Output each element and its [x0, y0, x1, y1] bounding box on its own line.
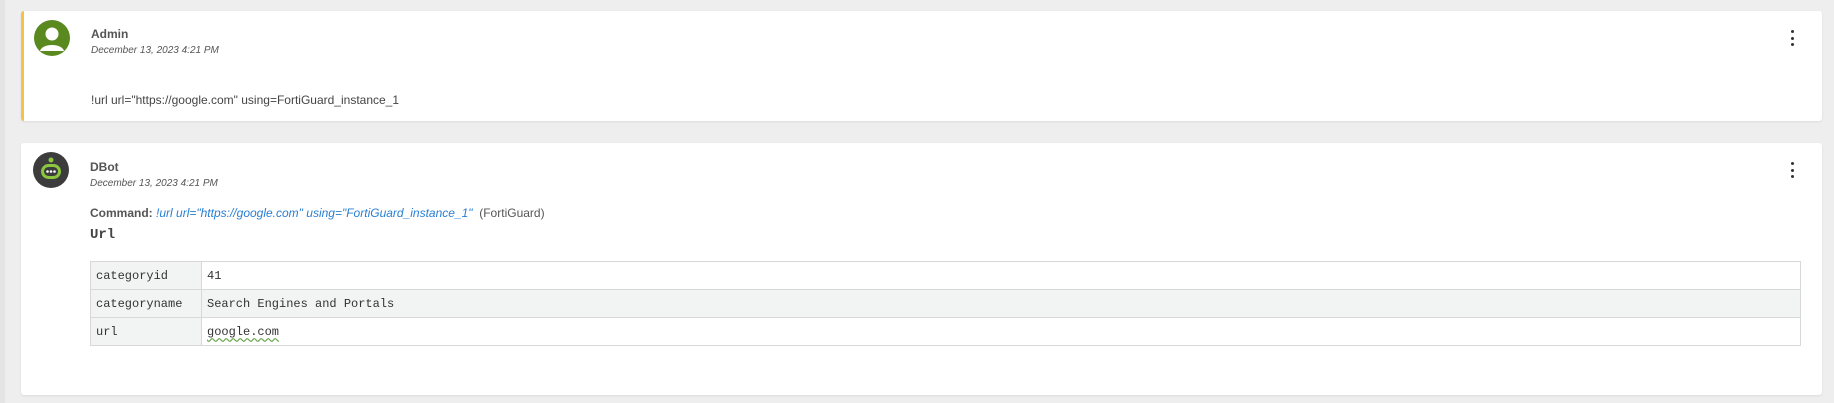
entry-message: !url url="https://google.com" using=Fort… — [91, 93, 400, 107]
dbot-avatar-icon — [33, 152, 69, 188]
user-avatar-icon — [34, 20, 70, 56]
table-key-cell: url — [90, 317, 202, 346]
table-row: categoryid 41 — [90, 261, 1801, 290]
war-room-entry-admin: Admin December 13, 2023 4:21 PM !url url… — [21, 11, 1822, 121]
table-value-cell: Search Engines and Portals — [201, 289, 1801, 318]
more-options-icon[interactable] — [1786, 28, 1798, 48]
table-key-cell: categoryid — [90, 261, 202, 290]
table-key-cell: categoryname — [90, 289, 202, 318]
entry-timestamp: December 13, 2023 4:21 PM — [91, 45, 219, 56]
left-panel-edge — [0, 0, 5, 403]
war-room-entry-dbot: DBot December 13, 2023 4:21 PM Command: … — [21, 143, 1822, 395]
result-title: Url — [90, 227, 116, 243]
command-link[interactable]: !url url="https://google.com" using="For… — [156, 206, 473, 220]
table-row: url google.com — [90, 317, 1801, 346]
table-row: categoryname Search Engines and Portals — [90, 289, 1801, 318]
table-value-cell: google.com — [201, 317, 1801, 346]
command-brand: (FortiGuard) — [479, 206, 545, 220]
entry-author: DBot — [90, 160, 119, 174]
command-line: Command: !url url="https://google.com" u… — [90, 206, 545, 220]
result-table: categoryid 41 categoryname Search Engine… — [90, 261, 1801, 346]
command-label: Command: — [90, 206, 153, 220]
table-value-cell: 41 — [201, 261, 1801, 290]
more-options-icon[interactable] — [1786, 160, 1798, 180]
entry-timestamp: December 13, 2023 4:21 PM — [90, 178, 218, 189]
entry-author: Admin — [91, 27, 129, 41]
url-value[interactable]: google.com — [207, 325, 279, 339]
